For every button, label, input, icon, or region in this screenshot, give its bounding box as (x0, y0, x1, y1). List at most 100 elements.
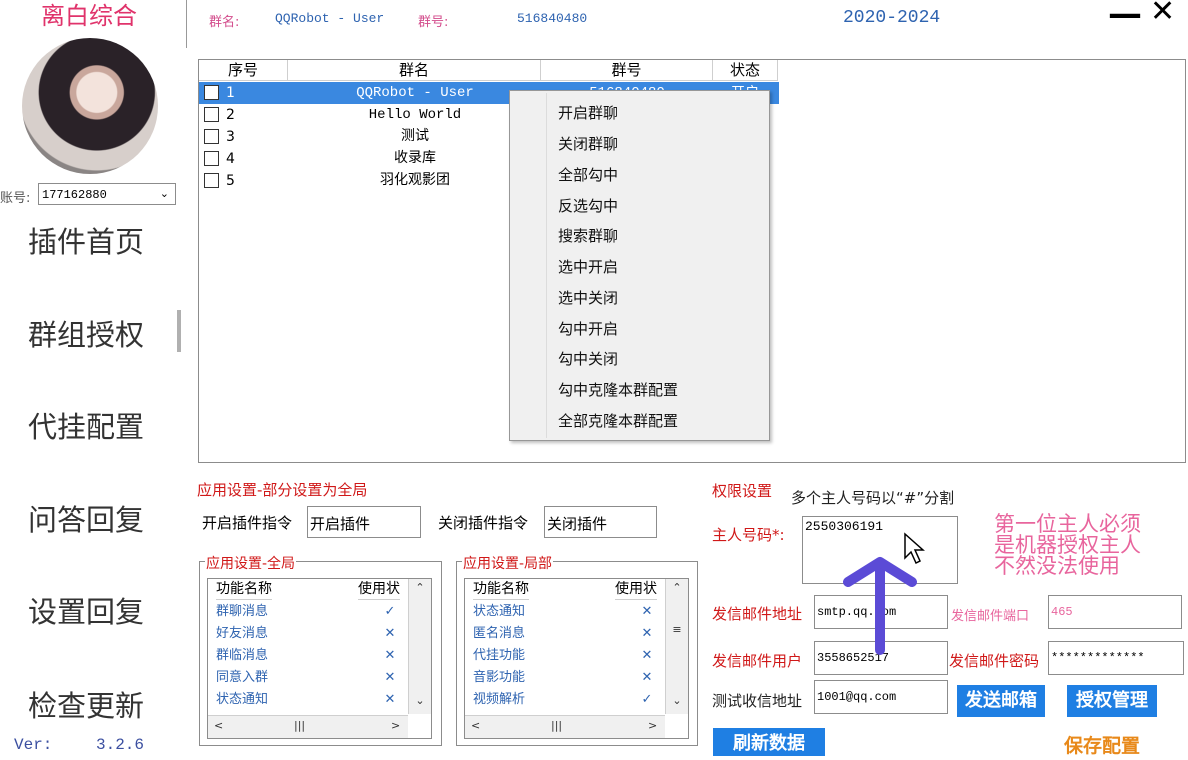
warning-line: 是机器授权主人 (994, 533, 1141, 557)
column-header-status[interactable]: 状态 (713, 60, 778, 81)
row-checkbox[interactable] (204, 151, 219, 166)
row-checkbox[interactable] (204, 129, 219, 144)
scroll-down-icon[interactable]: ⌄ (666, 694, 688, 707)
vertical-scrollbar[interactable]: ⌃ ⌄ (408, 579, 431, 714)
column-header-feature[interactable]: 功能名称 (216, 579, 272, 600)
row-group-name: 收录库 (394, 151, 436, 167)
minimize-button[interactable]: — (1108, 0, 1142, 34)
menu-item-checked-enable[interactable]: 勾中开启 (558, 319, 618, 339)
scroll-up-icon[interactable]: ⌃ (666, 581, 688, 594)
status-mark[interactable]: ✕ (380, 667, 400, 689)
auth-manage-button[interactable]: 授权管理 (1067, 685, 1157, 717)
disable-cmd-input[interactable]: 关闭插件 (544, 506, 657, 538)
nav-group-auth[interactable]: 群组授权 (0, 312, 172, 354)
column-header-status[interactable]: 使用状 (615, 579, 657, 600)
status-mark[interactable]: ✕ (637, 667, 657, 689)
avatar[interactable] (22, 38, 158, 174)
list-item[interactable]: 同意入群 ✕ (208, 667, 408, 689)
row-index: 3 (226, 129, 235, 145)
mail-address-label: 发信邮件地址 (712, 605, 803, 623)
account-value: 177162880 (42, 188, 107, 202)
nav-qa-reply[interactable]: 问答回复 (0, 497, 172, 539)
permissions-hint: 多个主人号码以“#”分割 (791, 489, 955, 507)
status-mark[interactable]: ✓ (380, 601, 400, 623)
menu-item-disable-group[interactable]: 关闭群聊 (558, 134, 618, 154)
column-header-name[interactable]: 群名 (288, 60, 541, 81)
scroll-down-icon[interactable]: ⌄ (409, 694, 431, 707)
version-label: Ver: (14, 736, 53, 754)
local-feature-list[interactable]: 功能名称 使用状 状态通知 ✕ 匿名消息 ✕ 代挂功能 ✕ 音影功能 ✕ 视频解析 ✓ ⌃… (464, 578, 689, 739)
menu-item-all-clone-config[interactable]: 全部克隆本群配置 (558, 411, 678, 431)
scroll-thumb-grip-icon[interactable]: ≡ (666, 623, 688, 636)
column-header-status[interactable]: 使用状 (358, 579, 400, 600)
scroll-up-icon[interactable]: ⌃ (409, 581, 431, 594)
status-mark[interactable]: ✕ (637, 645, 657, 667)
status-mark[interactable]: ✓ (637, 689, 657, 711)
status-mark[interactable]: ✕ (637, 601, 657, 623)
mail-password-input[interactable]: ************* (1048, 641, 1184, 675)
warning-line: 不然没法使用 (994, 554, 1120, 578)
nav-settings-reply[interactable]: 设置回复 (0, 589, 172, 631)
row-checkbox[interactable] (204, 107, 219, 122)
group-id-value: 516840480 (517, 11, 588, 26)
permissions-title: 权限设置 (712, 482, 773, 500)
feature-name: 群聊消息 (216, 604, 269, 619)
global-feature-list[interactable]: 功能名称 使用状 群聊消息 ✓ 好友消息 ✕ 群临消息 ✕ 同意入群 ✕ 状态通知 ✕ ⌃… (207, 578, 432, 739)
list-item[interactable]: 音影功能 ✕ (465, 667, 665, 689)
enable-cmd-input[interactable]: 开启插件 (307, 506, 421, 538)
status-mark[interactable]: ✕ (380, 645, 400, 667)
nav-plugin-home[interactable]: 插件首页 (0, 219, 172, 261)
scroll-left-icon[interactable]: < (214, 719, 223, 732)
test-address-input[interactable]: 1001@qq.com (814, 680, 948, 714)
menu-item-checked-disable[interactable]: 勾中关闭 (558, 349, 618, 369)
feature-name: 音影功能 (473, 670, 526, 685)
status-mark[interactable]: ✕ (380, 689, 400, 711)
send-mail-button[interactable]: 发送邮箱 (957, 685, 1045, 717)
row-checkbox[interactable] (204, 173, 219, 188)
scroll-thumb-grip-icon[interactable]: ||| (294, 719, 305, 732)
row-checkbox[interactable] (204, 85, 219, 100)
nav-proxy-config[interactable]: 代挂配置 (0, 404, 172, 446)
row-index: 5 (226, 173, 235, 189)
scroll-left-icon[interactable]: < (471, 719, 480, 732)
feature-name: 视频解析 (473, 692, 526, 707)
menu-item-search-group[interactable]: 搜索群聊 (558, 226, 618, 246)
account-select[interactable]: 177162880 ⌄ (38, 183, 176, 205)
status-mark[interactable]: ✕ (637, 623, 657, 645)
scroll-right-icon[interactable]: > (391, 719, 400, 732)
menu-item-selected-enable[interactable]: 选中开启 (558, 257, 618, 277)
menu-item-selected-disable[interactable]: 选中关闭 (558, 288, 618, 308)
disable-cmd-label: 关闭插件指令 (438, 514, 529, 532)
chevron-down-icon[interactable]: ⌄ (160, 184, 169, 206)
column-header-index[interactable]: 序号 (199, 60, 288, 81)
close-button[interactable]: ✕ (1150, 0, 1175, 29)
list-item[interactable]: 匿名消息 ✕ (465, 623, 665, 645)
group-name-label: 群名: (209, 15, 240, 30)
horizontal-scrollbar[interactable]: < ||| > (208, 715, 408, 738)
list-item[interactable]: 视频解析 ✓ (465, 689, 665, 711)
scroll-right-icon[interactable]: > (648, 719, 657, 732)
vertical-scrollbar[interactable]: ⌃ ≡ ⌄ (665, 579, 688, 714)
list-item[interactable]: 群临消息 ✕ (208, 645, 408, 667)
account-label: 账号: (0, 191, 31, 206)
list-item[interactable]: 状态通知 ✕ (465, 601, 665, 623)
list-item[interactable]: 好友消息 ✕ (208, 623, 408, 645)
menu-item-check-all[interactable]: 全部勾中 (558, 165, 618, 185)
sidebar-scrollbar[interactable] (177, 310, 181, 352)
column-header-feature[interactable]: 功能名称 (473, 579, 529, 600)
horizontal-scrollbar[interactable]: < ||| > (465, 715, 665, 738)
menu-item-invert-check[interactable]: 反选勾中 (558, 196, 618, 216)
scroll-thumb-grip-icon[interactable]: ||| (551, 719, 562, 732)
status-mark[interactable]: ✕ (380, 623, 400, 645)
mail-port-input[interactable]: 465 (1048, 595, 1182, 629)
menu-item-checked-clone-config[interactable]: 勾中克隆本群配置 (558, 380, 678, 400)
row-group-name: Hello World (368, 107, 462, 123)
list-item[interactable]: 代挂功能 ✕ (465, 645, 665, 667)
list-item[interactable]: 状态通知 ✕ (208, 689, 408, 711)
refresh-data-button[interactable]: 刷新数据 (713, 728, 825, 756)
save-config-button[interactable]: 保存配置 (1064, 731, 1140, 758)
nav-check-update[interactable]: 检查更新 (0, 683, 172, 725)
column-header-id[interactable]: 群号 (541, 60, 713, 81)
menu-item-enable-group[interactable]: 开启群聊 (558, 103, 618, 123)
list-item[interactable]: 群聊消息 ✓ (208, 601, 408, 623)
